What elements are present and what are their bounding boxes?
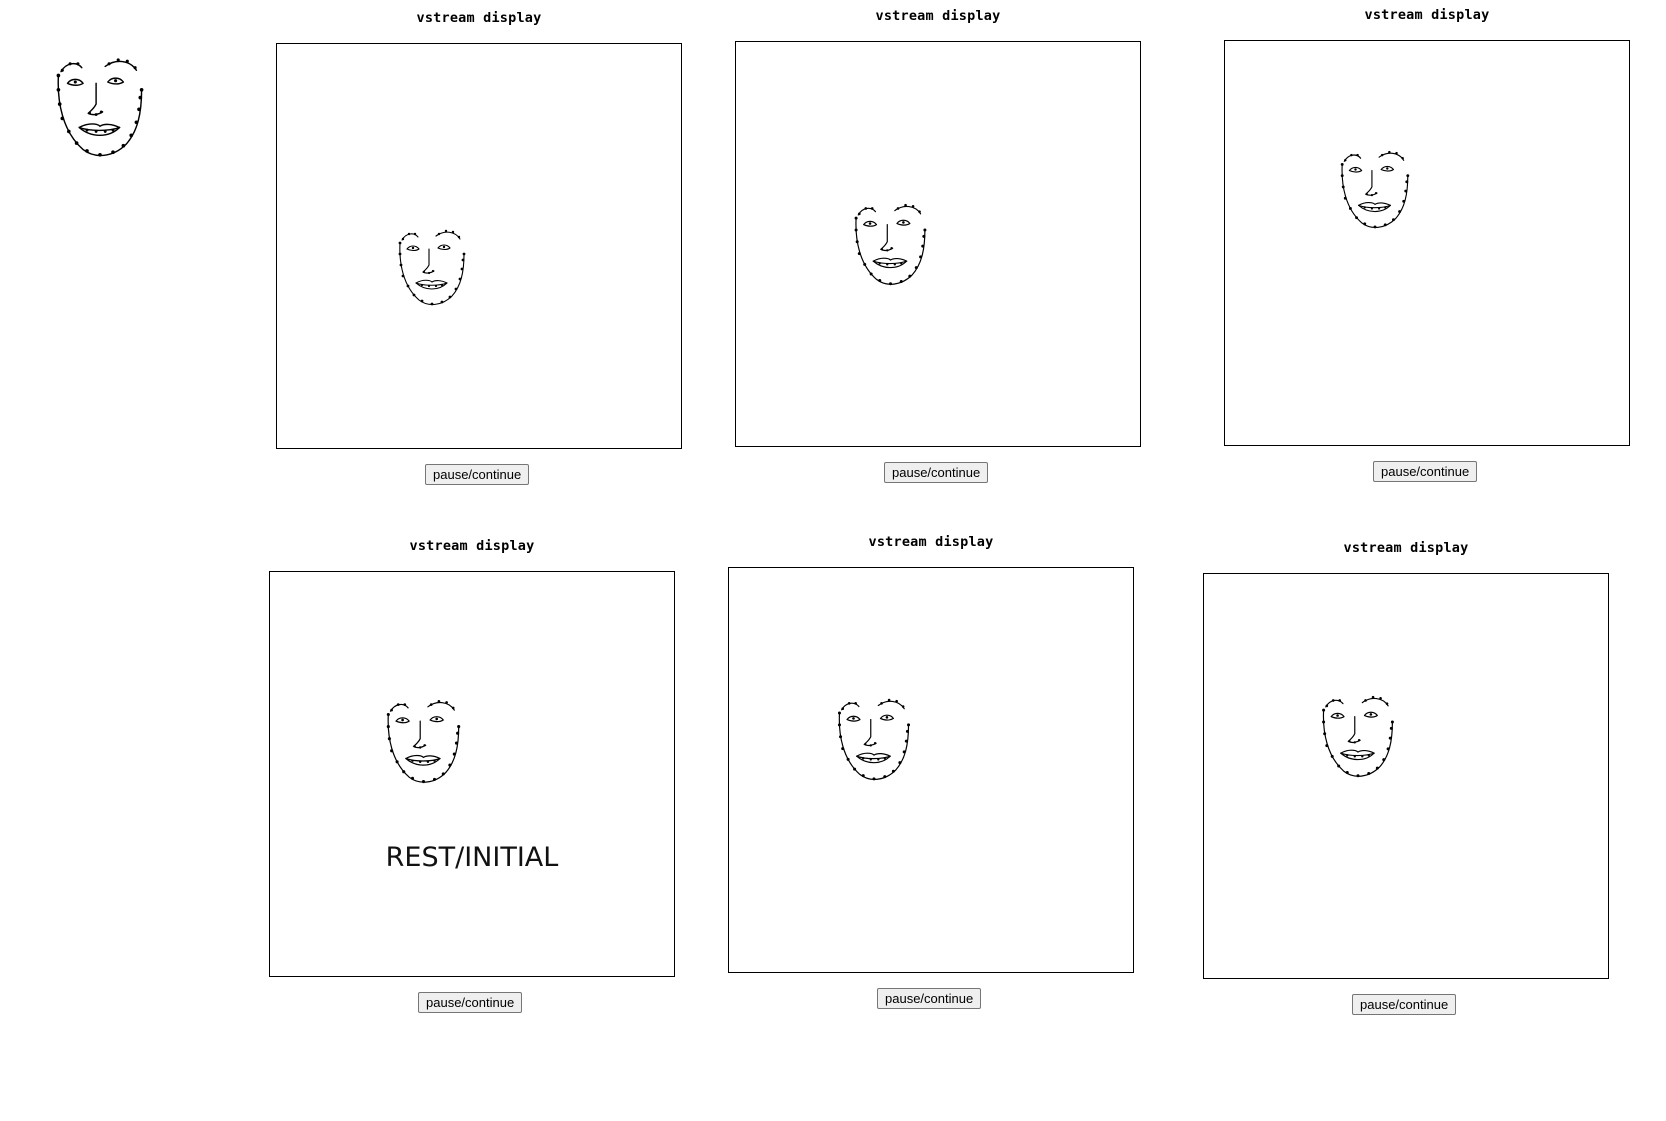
pause-continue-button[interactable]: pause/continue bbox=[1352, 994, 1457, 1015]
face-landmarks-icon bbox=[837, 698, 911, 781]
panel-title: vstream display bbox=[868, 534, 994, 550]
face-landmarks-icon bbox=[1340, 150, 1410, 229]
panel-title: vstream display bbox=[409, 538, 535, 554]
face-thumbnail-icon bbox=[55, 57, 145, 158]
video-display[interactable] bbox=[735, 41, 1141, 447]
video-display[interactable] bbox=[276, 43, 682, 449]
face-landmarks-icon bbox=[398, 229, 466, 306]
video-display[interactable] bbox=[728, 567, 1134, 973]
panel-title: vstream display bbox=[1343, 540, 1469, 556]
video-display[interactable]: REST/INITIAL bbox=[269, 571, 675, 977]
face-landmarks-icon bbox=[854, 203, 927, 286]
face-landmarks-icon bbox=[386, 699, 461, 784]
pause-continue-button[interactable]: pause/continue bbox=[884, 462, 989, 483]
video-display[interactable] bbox=[1203, 573, 1609, 979]
pause-continue-button[interactable]: pause/continue bbox=[418, 992, 523, 1013]
pause-continue-button[interactable]: pause/continue bbox=[877, 988, 982, 1009]
panel-title: vstream display bbox=[416, 10, 542, 26]
pause-continue-button[interactable]: pause/continue bbox=[425, 464, 530, 485]
face-landmarks-icon bbox=[1321, 695, 1395, 778]
panel-title: vstream display bbox=[1364, 7, 1490, 23]
panel-title: vstream display bbox=[875, 8, 1001, 24]
rest-initial-label: REST/INITIAL bbox=[385, 842, 559, 873]
pause-continue-button[interactable]: pause/continue bbox=[1373, 461, 1478, 482]
video-display[interactable] bbox=[1224, 40, 1630, 446]
